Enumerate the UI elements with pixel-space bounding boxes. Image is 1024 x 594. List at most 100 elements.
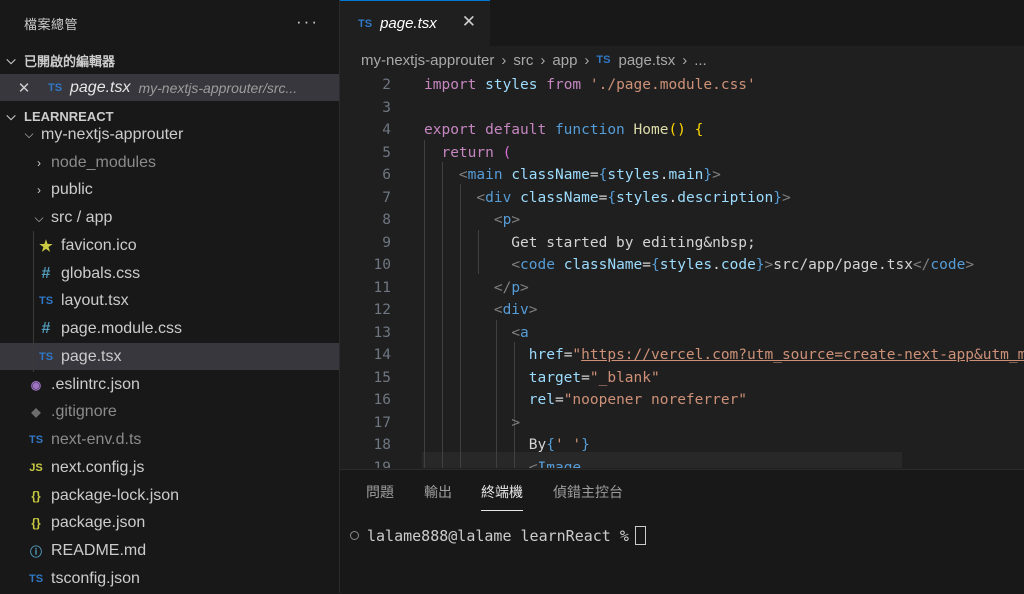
open-editor-item[interactable]: ✕ TS page.tsx my-nextjs-approuter/src... [0,74,339,101]
terminal[interactable]: lalame888@lalame learnReact % [350,526,646,545]
line-number: 10 [373,257,391,273]
close-icon[interactable]: ✕ [462,12,476,32]
file-item[interactable]: ◉ .eslintrc.json [0,371,339,398]
file-label: layout.tsx [61,292,129,310]
typescript-icon: TS [28,572,44,585]
terminal-prompt: lalame888@lalame learnReact % [367,526,629,545]
file-item[interactable]: # globals.css [0,260,339,287]
code-text: <a [511,324,529,341]
code-line: 5 return ( [340,142,1024,164]
line-number: 17 [373,414,391,431]
chevron-right-icon: › [37,155,41,170]
bottom-panel: 問題 輸出 終端機 偵錯主控台 lalame888@lalame learnRe… [340,469,1024,594]
css-icon: # [41,320,51,337]
folder-label: my-nextjs-approuter [41,125,184,143]
folder-label: node_modules [51,153,156,171]
code-text: <div> [493,302,538,318]
line-number: 19 [373,459,391,469]
tab-page-tsx[interactable]: TS page.tsx ✕ [340,0,490,46]
file-item[interactable]: {} package-lock.json [0,482,339,509]
chevron-down-icon: ⌵ [34,210,44,225]
typescript-icon: TS [38,295,54,308]
folder-item[interactable]: ⌵ src / app [0,205,339,232]
code-line: 3 [340,97,1024,119]
open-editors-header[interactable]: ⌵ 已開啟的編輯器 [0,48,339,72]
chevron-right-icon: › [540,51,546,69]
breadcrumb-item[interactable]: my-nextjs-approuter [361,52,494,69]
folder-item[interactable]: › node_modules [0,149,339,176]
file-label: page.tsx [61,347,122,365]
code-text: return ( [441,144,512,161]
tab-debug-console[interactable]: 偵錯主控台 [553,482,623,502]
code-text: <Image [528,459,582,469]
code-text: href="https://vercel.com?utm_source=crea… [528,347,1024,363]
code-line: 7 <div className={styles.description}> [340,187,1024,209]
file-label: README.md [51,542,147,559]
file-label: .gitignore [51,403,117,421]
breadcrumb-file[interactable]: page.tsx [618,52,675,69]
code-text: <div className={styles.description}> [476,189,791,206]
explorer-sidebar: 檔案總管 ··· ⌵ 已開啟的編輯器 ✕ TS page.tsx my-next… [0,0,340,593]
code-text: import styles from './page.module.css' [424,77,756,93]
code-text: export default function Home() { [424,122,704,138]
close-icon[interactable]: ✕ [8,79,40,97]
tab-terminal[interactable]: 終端機 [481,482,523,502]
explorer-title-text: 檔案總管 [24,16,79,32]
javascript-icon: JS [29,461,43,474]
code-line: 8 <p> [340,209,1024,231]
code-text: <code className={styles.code}>src/app/pa… [511,257,975,273]
file-label: tsconfig.json [51,569,140,587]
file-item[interactable]: # page.module.css [0,316,339,343]
file-item[interactable]: TS tsconfig.json [0,565,339,592]
file-label: page.module.css [61,320,182,337]
code-editor[interactable]: 2 import styles from './page.module.css' 3… [340,74,1024,468]
open-editor-path: my-nextjs-approuter/src... [138,79,298,96]
line-number: 18 [373,437,391,453]
file-item[interactable]: JS next.config.js [0,454,339,481]
more-actions-icon[interactable]: ··· [296,12,319,32]
chevron-down-icon: ⌵ [24,127,34,141]
folder-label: src / app [51,209,113,226]
breadcrumb-more[interactable]: ... [694,52,707,69]
typescript-icon: TS [38,350,54,363]
eslint-icon: ◉ [30,377,42,392]
code-line: 16 rel="noopener noreferrer" [340,389,1024,411]
file-item[interactable]: ◆ .gitignore [0,399,339,426]
code-line: 11 </p> [340,277,1024,299]
file-item[interactable]: {} package.json [0,510,339,537]
file-label: next-env.d.ts [51,431,142,448]
line-number: 8 [382,212,391,228]
line-number: 2 [382,77,391,93]
breadcrumb-item[interactable]: app [552,52,577,69]
line-number: 15 [373,369,391,386]
json-icon: {} [31,488,41,503]
breadcrumb-item[interactable]: src [513,52,533,69]
file-label: favicon.ico [61,236,137,254]
file-item[interactable]: TS next-env.d.ts [0,427,339,454]
code-text: Get started by editing&nbsp; [424,234,756,251]
code-line: 6 <main className={styles.main}> [340,164,1024,186]
code-line: 14 href="https://vercel.com?utm_source=c… [340,344,1024,366]
terminal-cursor [634,526,646,545]
open-editor-filename: page.tsx [70,78,131,96]
explorer-title: 檔案總管 [0,0,339,46]
line-number: 13 [373,324,391,341]
file-item[interactable]: TS layout.tsx [0,288,339,315]
folder-root[interactable]: ⌵ my-nextjs-approuter [0,121,339,148]
indent-guide [33,231,34,372]
open-editors-title: 已開啟的編輯器 [24,53,116,69]
folder-item[interactable]: › public [0,177,339,204]
typescript-icon: TS [596,54,611,66]
line-number: 11 [373,279,391,296]
typescript-icon: TS [28,434,44,446]
file-item[interactable]: ⓘ README.md [0,538,339,565]
code-text: <p> [493,212,521,228]
file-item[interactable]: TS page.tsx [0,343,339,371]
tab-problems[interactable]: 問題 [366,482,394,502]
tab-output[interactable]: 輸出 [424,482,452,502]
code-text: target="_blank" [528,369,660,386]
code-line: 13 <a [340,322,1024,344]
code-line: 2 import styles from './page.module.css' [340,74,1024,96]
code-line: 12 <div> [340,299,1024,321]
file-item[interactable]: ★ favicon.ico [0,232,339,259]
